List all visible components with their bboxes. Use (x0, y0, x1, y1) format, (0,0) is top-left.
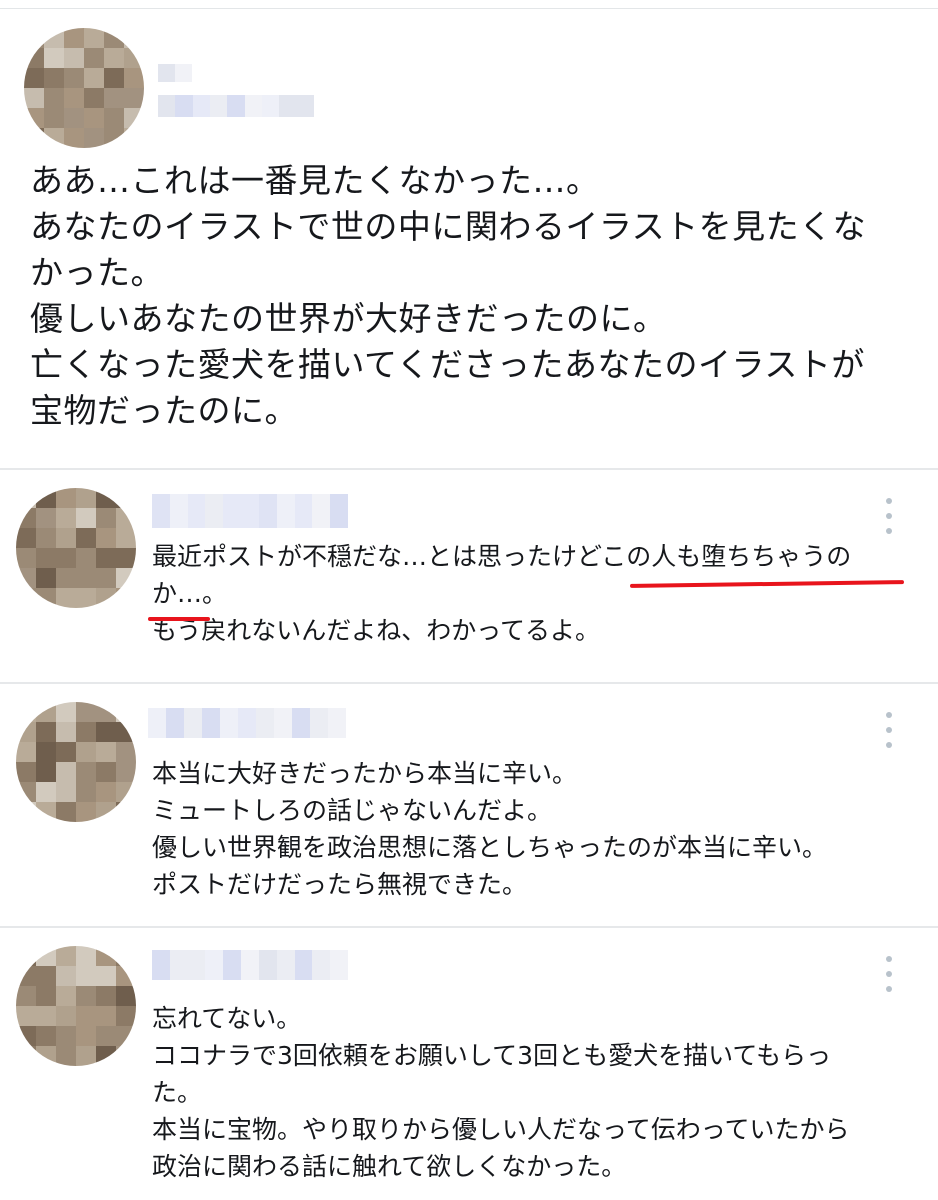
avatar[interactable] (16, 702, 136, 822)
highlight-underline (148, 617, 210, 621)
divider (0, 926, 938, 928)
avatar[interactable] (16, 946, 136, 1066)
more-vertical-icon[interactable] (879, 712, 899, 748)
display-name[interactable] (158, 64, 192, 82)
display-name[interactable] (148, 708, 346, 738)
reply-text: 忘れてない。 ココナラで3回依頼をお願いして3回とも愛犬を描いてもらっ た。 本… (152, 1004, 850, 1181)
divider (0, 682, 938, 684)
more-vertical-icon[interactable] (879, 956, 899, 992)
display-name[interactable] (152, 950, 348, 980)
divider (0, 468, 938, 470)
more-vertical-icon[interactable] (879, 498, 899, 534)
avatar[interactable] (16, 488, 136, 608)
top-divider (0, 8, 938, 9)
user-handle[interactable] (158, 95, 314, 117)
display-name[interactable] (152, 494, 348, 528)
avatar[interactable] (24, 28, 144, 148)
reply-text: 本当に大好きだったから本当に辛い。 ミュートしろの話じゃないんだよ。 優しい世界… (152, 759, 828, 899)
reply-text: 最近ポストが不穏だな…とは思ったけどこの人も堕ちちゃうの か…。 もう戻れないん… (152, 542, 852, 645)
post-text: ああ…これは一番見たくなかった…。 あなたのイラストで世の中に関わるイラストを見… (30, 161, 867, 430)
